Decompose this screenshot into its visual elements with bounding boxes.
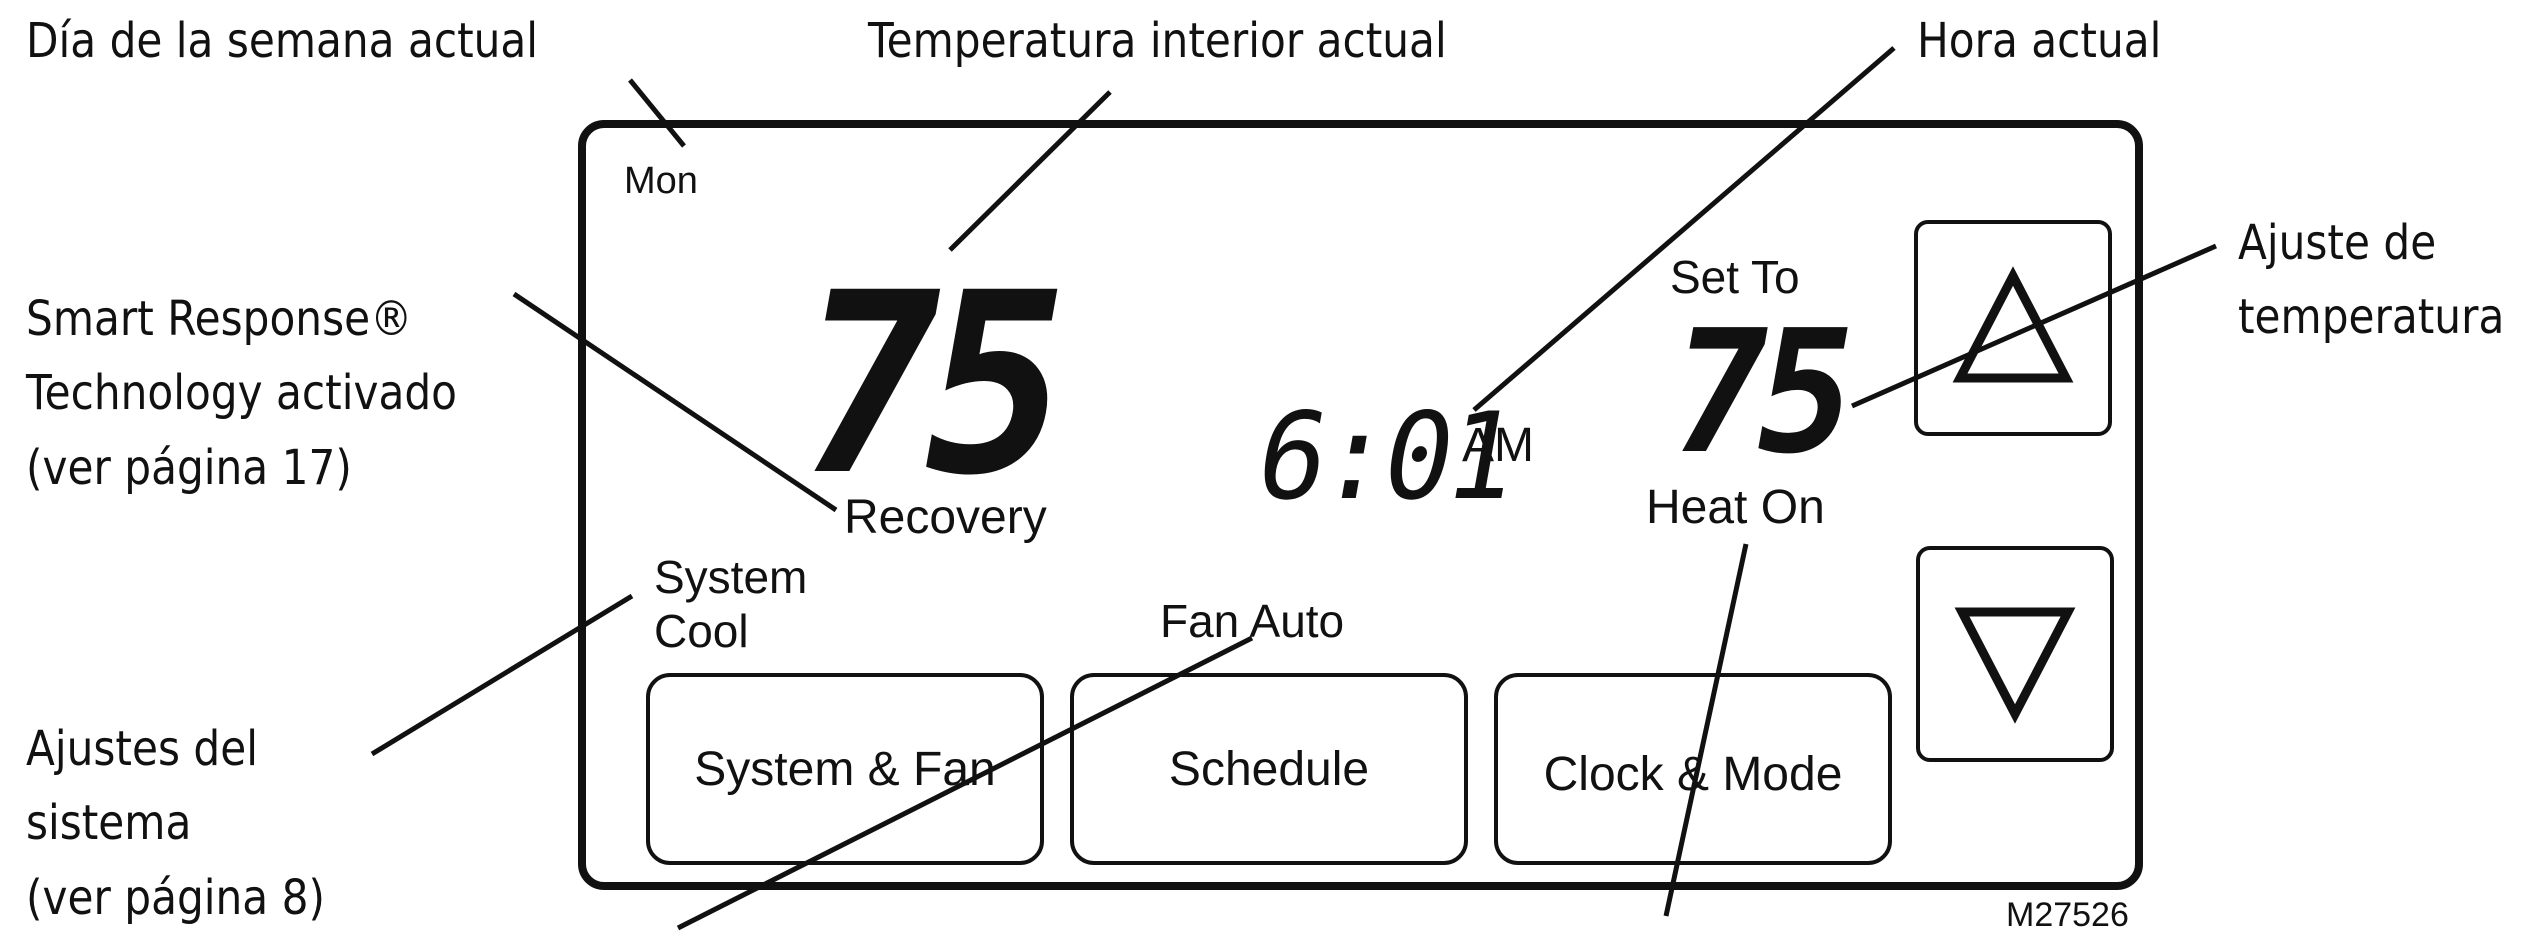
triangle-down-icon: [1954, 607, 2076, 724]
callout-system-settings: Ajustes del sistema (ver página 8): [26, 712, 325, 935]
am-pm-indicator: AM: [1462, 419, 1534, 472]
figure-code: M27526: [2006, 896, 2129, 934]
callout-day-text: Día de la semana actual: [26, 13, 539, 69]
callout-temp-setting-line2: temperatura: [2238, 289, 2505, 346]
callout-current-time: Hora actual: [1917, 4, 2161, 78]
temp-down-button[interactable]: [1916, 546, 2114, 762]
callout-temperature-setting: Ajuste de temperatura: [2238, 206, 2504, 355]
callout-system-settings-line2: sistema: [26, 795, 192, 852]
schedule-button[interactable]: Schedule: [1070, 673, 1468, 865]
system-mode-label: System Cool: [654, 550, 807, 659]
clock-mode-button-label: Clock & Mode: [1543, 747, 1843, 801]
callout-time-text: Hora actual: [1917, 13, 2162, 69]
callout-smart-response-line3: (ver página 17): [26, 439, 352, 496]
set-temperature: 75: [1653, 294, 1861, 492]
triangle-up-icon: [1952, 266, 2074, 383]
callout-system-settings-line1: Ajustes del: [26, 721, 258, 777]
callout-temp-setting-line1: Ajuste de: [2238, 215, 2437, 271]
thermostat-display: Mon 75 Recovery System Cool 6:01 AM Set …: [578, 120, 2143, 890]
temp-up-button[interactable]: [1914, 220, 2112, 436]
heat-on-indicator: Heat On: [1646, 481, 1825, 534]
callout-indoor-temp-text: Temperatura interior actual: [868, 13, 1447, 69]
system-mode-value: Cool: [654, 605, 749, 658]
schedule-button-label: Schedule: [1168, 742, 1370, 796]
callout-indoor-temperature: Temperatura interior actual: [868, 4, 1447, 78]
recovery-indicator: Recovery: [844, 491, 1047, 544]
callout-system-settings-line3: (ver página 8): [26, 869, 325, 926]
clock-mode-button[interactable]: Clock & Mode: [1494, 673, 1892, 865]
indoor-temperature: 75: [772, 239, 1076, 530]
callout-smart-response-line2: Technology activado: [26, 365, 457, 422]
callout-smart-response-line1: Smart Response®: [26, 291, 413, 347]
system-fan-button[interactable]: System & Fan: [646, 673, 1044, 865]
system-fan-button-label: System & Fan: [694, 742, 996, 796]
day-of-week: Mon: [624, 160, 698, 202]
system-label: System: [654, 551, 808, 603]
callout-day-of-week: Día de la semana actual: [26, 4, 538, 78]
callout-smart-response: Smart Response® Technology activado (ver…: [26, 282, 457, 505]
fan-status: Fan Auto: [1160, 595, 1345, 647]
